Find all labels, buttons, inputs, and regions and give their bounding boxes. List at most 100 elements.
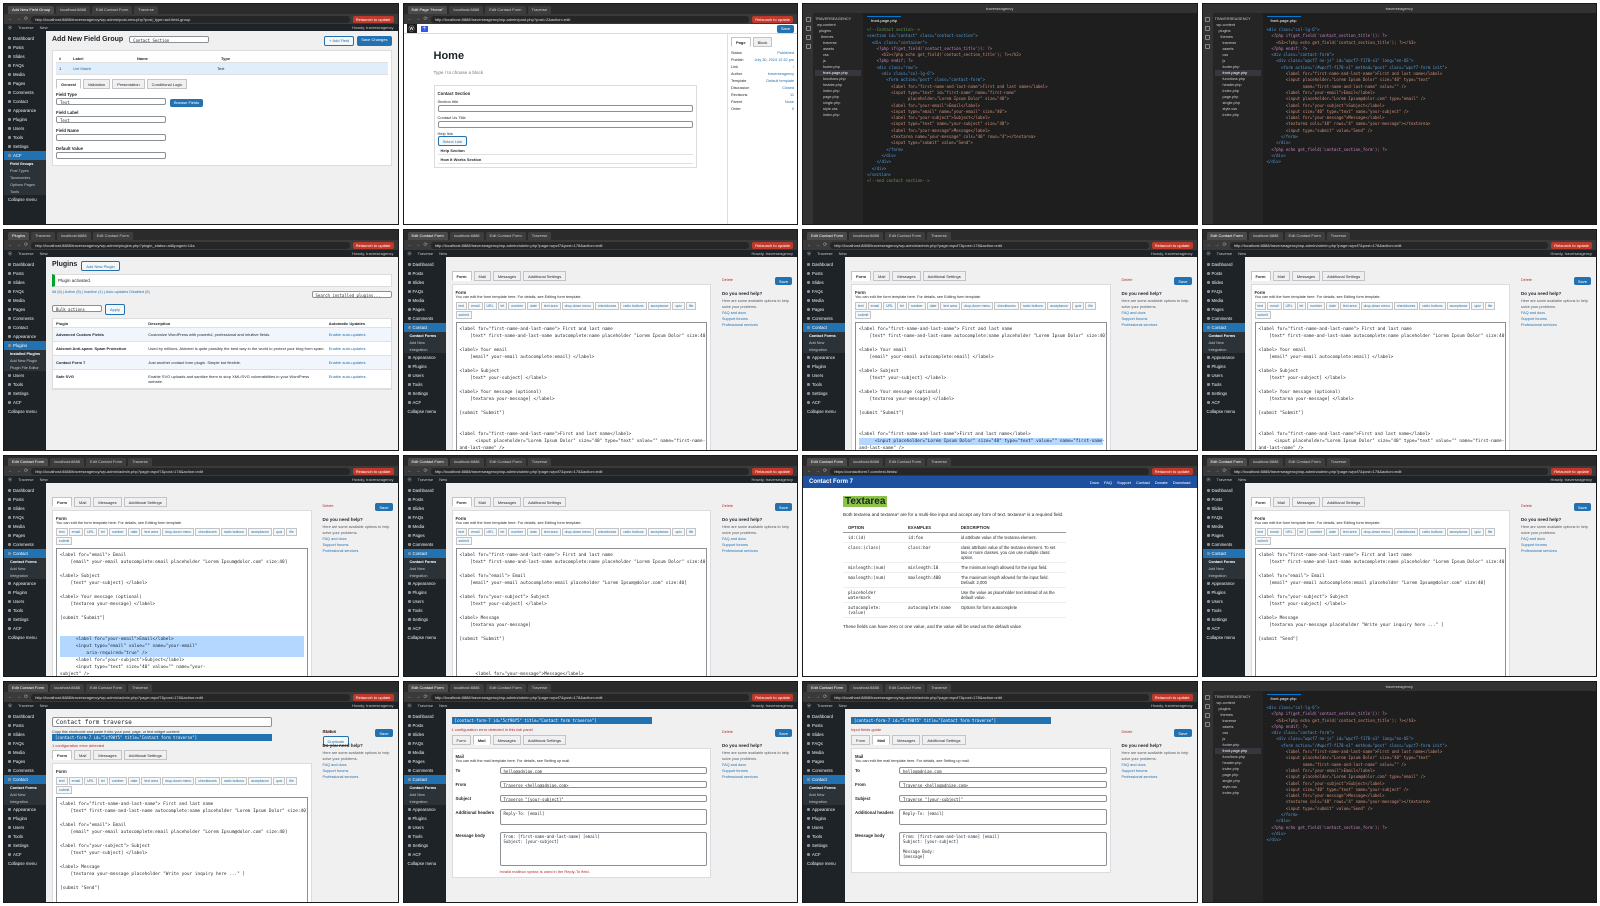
admin-menu-item[interactable]: Posts	[404, 269, 446, 278]
save-button[interactable]: Save	[1573, 503, 1591, 511]
tag-button[interactable]: text	[56, 528, 68, 536]
editor-tab[interactable]: Form	[1250, 497, 1271, 507]
howdy-user[interactable]: Howdy, traverseagency	[1151, 251, 1193, 256]
admin-submenu-item[interactable]: Taxonomies	[4, 174, 46, 181]
browser-tab[interactable]: Traverse	[527, 684, 552, 692]
browser-tab[interactable]: Traverse	[1326, 458, 1351, 466]
tag-button[interactable]: file	[1484, 528, 1496, 536]
forward-arrow-icon[interactable]: →	[16, 468, 21, 474]
browser-tab[interactable]: localhost:8888	[1248, 232, 1283, 240]
tag-button[interactable]: quiz	[1471, 528, 1484, 536]
search-icon[interactable]	[805, 26, 811, 31]
admin-menu-item[interactable]: Plugins	[4, 341, 46, 350]
admin-menu-item[interactable]: Posts	[404, 721, 446, 730]
admin-submenu-item[interactable]: Add New	[1203, 339, 1245, 346]
collapse-menu-button[interactable]: Collapse menu	[803, 407, 845, 416]
admin-submenu-item[interactable]: Contact Forms	[803, 332, 845, 339]
search-icon[interactable]	[1205, 26, 1210, 31]
mail-field-input[interactable]: Traverse <hello@adniae.com>	[899, 781, 1107, 788]
forward-arrow-icon[interactable]: →	[815, 242, 820, 248]
editor-tab[interactable]: front-page.php	[1266, 694, 1301, 702]
editor-tab[interactable]: Form	[451, 497, 472, 507]
browser-tab[interactable]: localhost:8888	[56, 6, 91, 14]
editor-tab[interactable]: Messages	[492, 497, 522, 507]
admin-submenu-item[interactable]: Add New	[404, 565, 446, 572]
wordpress-logo-icon[interactable]: Ⓦ	[406, 24, 417, 33]
wordpress-logo-icon[interactable]: Ⓦ	[8, 477, 12, 483]
extensions-icon[interactable]	[805, 44, 811, 49]
tag-button[interactable]: quiz	[1071, 302, 1085, 310]
tag-button[interactable]: text area	[141, 528, 162, 536]
field-settings-tab[interactable]: Validation	[82, 79, 111, 89]
editor-tab[interactable]: Form	[451, 735, 471, 745]
admin-menu-item[interactable]: Comments	[4, 314, 46, 323]
address-input[interactable]: http://localhost:8888/traverseagency/wp-…	[830, 241, 1149, 249]
shortcode[interactable]: [contact-form-7 id="5cf90f5" title="Cont…	[52, 734, 272, 741]
collapse-menu-button[interactable]: Collapse menu	[4, 195, 46, 204]
admin-submenu-item[interactable]: Add New	[4, 565, 46, 572]
tag-button[interactable]: tel	[497, 528, 508, 536]
howdy-user[interactable]: Howdy, traverseagency	[352, 251, 394, 256]
browser-tab[interactable]: Edit Contact Form	[1284, 458, 1325, 466]
browser-tab[interactable]: localhost:8888	[1248, 458, 1283, 466]
admin-menu-item[interactable]: FAQs	[404, 739, 446, 748]
setting-value[interactable]: traverseagency	[768, 71, 794, 78]
admin-menu-item[interactable]: ACF	[404, 850, 446, 859]
editor-tab[interactable]: Mail	[472, 735, 491, 745]
setting-value[interactable]: 11	[790, 92, 794, 99]
field-row[interactable]: 1 Unt Match Text	[56, 63, 388, 75]
field-setting-input[interactable]	[56, 134, 166, 141]
admin-submenu-item[interactable]: Contact Forms	[404, 558, 446, 565]
admin-submenu-item[interactable]: Integration	[1203, 346, 1245, 353]
admin-submenu-item[interactable]: Add New	[803, 791, 845, 798]
tag-button[interactable]: checkboxes	[1393, 528, 1419, 536]
admin-menu-item[interactable]: Plugins	[1203, 588, 1245, 597]
tag-button[interactable]: number	[907, 302, 926, 310]
site-name-link[interactable]: Traverse	[18, 251, 34, 256]
tag-button[interactable]: quiz	[1471, 302, 1484, 310]
address-input[interactable]: http://localhost:8888/traverseagency/wp-…	[31, 467, 350, 475]
browser-tab[interactable]: Traverse	[31, 232, 55, 240]
site-name-link[interactable]: Traverse	[1217, 477, 1233, 482]
admin-menu-item[interactable]: Settings	[1203, 389, 1245, 398]
admin-menu-item[interactable]: ACF	[1203, 398, 1245, 407]
explorer-item[interactable]: index.php	[815, 112, 861, 118]
tag-button[interactable]: date	[1326, 302, 1339, 310]
back-arrow-icon[interactable]: ←	[408, 694, 413, 700]
tag-button[interactable]: drop-down menu	[162, 777, 195, 785]
tag-button[interactable]: number	[1307, 302, 1326, 310]
admin-submenu-item[interactable]: Contact Forms	[4, 784, 46, 791]
admin-menu-item[interactable]: Users	[803, 823, 845, 832]
admin-menu-item[interactable]: Comments	[404, 540, 446, 549]
code-editor[interactable]: front-page.php <!--Contact section--> <sec…	[863, 13, 1197, 224]
browser-tab[interactable]: Edit Contact Form	[407, 232, 448, 240]
admin-menu-item[interactable]: Posts	[4, 721, 46, 730]
browser-tab[interactable]: Edit Contact Form	[885, 684, 926, 692]
save-button[interactable]: Save	[1573, 277, 1591, 285]
editor-tab[interactable]: Mail	[1272, 271, 1290, 281]
tag-button[interactable]: tel	[98, 777, 108, 785]
editor-tab[interactable]: Mail	[1272, 497, 1290, 507]
editor-tab[interactable]: Form	[52, 750, 72, 760]
admin-menu-item[interactable]: Tools	[404, 606, 446, 615]
admin-menu-item[interactable]: Settings	[4, 142, 46, 151]
tag-button[interactable]: URL	[1282, 302, 1296, 310]
admin-menu-item[interactable]: Pages	[4, 79, 46, 88]
tag-button[interactable]: text area	[540, 302, 561, 310]
admin-menu-item[interactable]: Media	[4, 522, 46, 531]
field-settings-tab[interactable]: General	[56, 79, 81, 89]
setting-value[interactable]: Closed	[782, 85, 794, 92]
reload-icon[interactable]: ⟳	[424, 468, 428, 474]
tag-button[interactable]: text	[455, 302, 468, 310]
field-settings-tab[interactable]: Conditional Logic	[146, 79, 188, 89]
wordpress-logo-icon[interactable]: Ⓦ	[408, 477, 412, 483]
admin-menu-item[interactable]: Slides	[803, 278, 845, 287]
form-template-textarea[interactable]: <label for="email"> Email [email* your-e…	[56, 548, 308, 676]
document-title[interactable]: Home	[434, 50, 698, 62]
admin-menu-item[interactable]: Pages	[803, 757, 845, 766]
editor-tab[interactable]: Additional Settings	[522, 735, 566, 745]
browser-tab[interactable]: Edit Contact Form	[485, 458, 526, 466]
admin-menu-item[interactable]: Media	[4, 748, 46, 757]
browser-tab[interactable]: Traverse	[527, 6, 552, 14]
admin-menu-item[interactable]: Tools	[1203, 606, 1245, 615]
